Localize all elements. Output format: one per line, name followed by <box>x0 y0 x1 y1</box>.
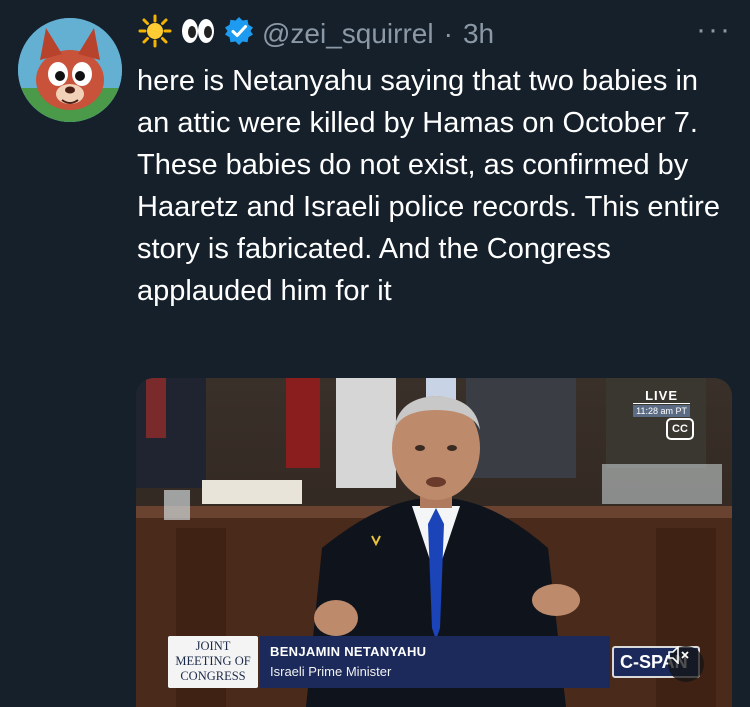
tweet-header: @zei_squirrel · 3h <box>138 14 494 54</box>
separator-dot: · <box>443 18 453 49</box>
chyron-joint-line-1: JOINT <box>195 639 231 653</box>
speaker-muted-icon[interactable] <box>668 646 704 682</box>
chyron-name-bar: BENJAMIN NETANYAHU Israeli Prime Ministe… <box>260 636 610 688</box>
eyes-emoji-icon <box>180 16 216 53</box>
sun-emoji-icon <box>138 14 172 55</box>
author-handle[interactable]: @zei_squirrel <box>262 18 434 50</box>
chyron-joint-line-2: MEETING OF <box>175 654 251 668</box>
more-options-icon[interactable]: ··· <box>696 15 732 45</box>
chyron-joint-line-3: CONGRESS <box>180 669 246 683</box>
chyron-title: Israeli Prime Minister <box>270 664 392 679</box>
avatar[interactable] <box>18 18 122 122</box>
chyron-joint-meeting: JOINT MEETING OF CONGRESS <box>168 636 258 688</box>
closed-captions-icon[interactable]: CC <box>666 418 694 440</box>
squirrel-avatar-icon <box>18 18 122 122</box>
verified-badge-icon <box>224 16 254 53</box>
timestamp[interactable]: 3h <box>463 18 494 50</box>
live-indicator: LIVE 11:28 am PT <box>633 388 690 417</box>
live-time: 11:28 am PT <box>633 405 690 417</box>
chyron-name: BENJAMIN NETANYAHU <box>270 644 427 659</box>
video-player[interactable]: LIVE 11:28 am PT CC JOINT MEETING OF CON… <box>136 378 732 707</box>
live-label: LIVE <box>633 388 690 404</box>
tweet-text: here is Netanyahu saying that two babies… <box>137 65 720 307</box>
